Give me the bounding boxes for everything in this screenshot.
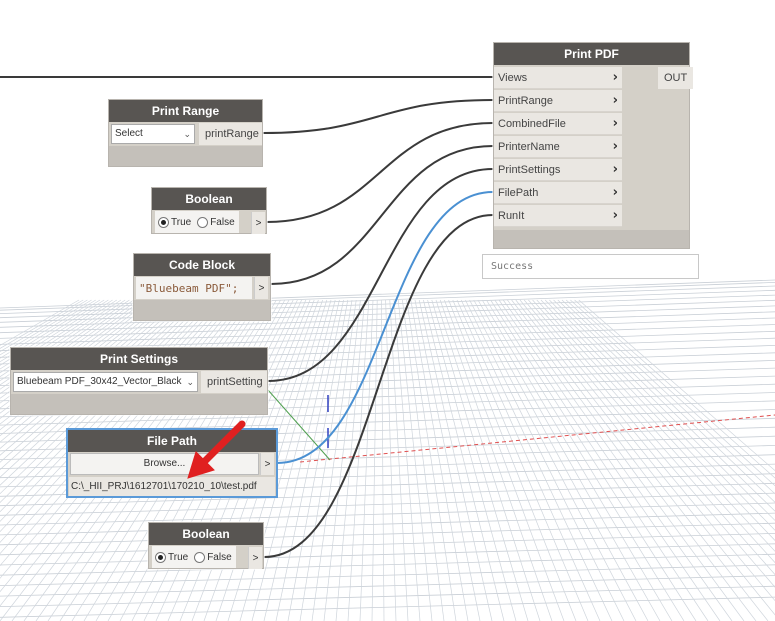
annotation-arrow-shaft — [200, 420, 246, 466]
annotation-arrow-icon — [187, 420, 246, 479]
graph-canvas[interactable]: Print PDF Views › PrintRange › CombinedFil… — [0, 0, 775, 621]
